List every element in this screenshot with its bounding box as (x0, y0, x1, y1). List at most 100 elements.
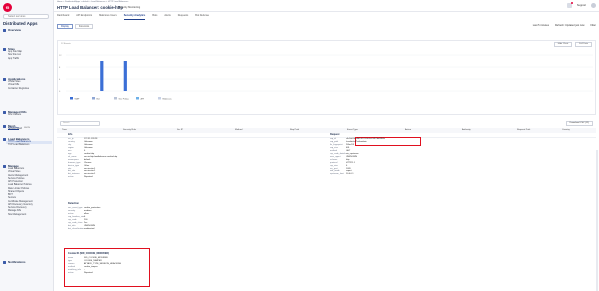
detection-section-title: Detection (68, 202, 79, 205)
detection-details: sec_event_typecookie_protection severity m… (68, 207, 100, 231)
time-controls: Last 5 minutes Refresh: Updated just now… (533, 24, 596, 27)
detail-value: cookie_protection (84, 207, 101, 209)
chart-bar[interactable] (123, 61, 127, 91)
detail-row: action Reported (68, 272, 121, 275)
log-toolbar: Search Download CSV (12) (57, 120, 596, 127)
legend-label[interactable]: Svc Policy (119, 98, 130, 100)
legend-swatch (114, 97, 117, 100)
display-toggle[interactable]: Display (57, 24, 73, 29)
sidebar-item-app-traffic[interactable]: App Traffic (8, 58, 22, 61)
notifications-icon (3, 260, 6, 264)
legend-swatch (158, 97, 161, 100)
topbar-actions: Support (566, 2, 596, 8)
cookie-section-title: Cookie ID (SID_COOKIE_MODIFIED) (68, 252, 110, 255)
sidebar-group-header[interactable]: Overview (3, 28, 21, 32)
detail-key: action (68, 176, 74, 179)
detail-value: Reported (84, 176, 93, 179)
detail-value: /cookie/set?sid=admin (346, 140, 367, 143)
detail-value: default (84, 158, 91, 161)
detail-value: SID_COOKIE_MODIFIED (84, 257, 109, 259)
sidebar-group-manage: Manage Load Balancers Virtual Sites Alerts … (3, 164, 33, 217)
detail-value: medium (84, 209, 92, 212)
detail-value: GET (346, 149, 351, 152)
sidebar-group-header[interactable]: Notifications (3, 260, 26, 264)
tab-bot-defense[interactable]: Bot Defense (195, 14, 209, 20)
sidebar-item-site-management[interactable]: Site Management (8, 214, 33, 217)
detail-value: COOKIE_TAMPER (84, 259, 102, 262)
detail-value: 172.31.128.28 (84, 138, 98, 140)
sidebar-item-k8s-clusters[interactable]: K8s Clusters (8, 114, 27, 117)
log-search-input[interactable]: Search (60, 121, 100, 126)
legend-label[interactable]: API (141, 97, 145, 100)
info-section-title: Info (68, 133, 73, 136)
detail-value: c6c1b816-e8d3-4101-8a1e-f3467baf48f4a (346, 138, 385, 140)
breadcrumb[interactable]: Home > Distributed Apps > default > Load… (57, 1, 128, 3)
tab-alerts[interactable]: Alerts (164, 14, 170, 20)
sidebar: f5 Select services Distributed Apps Over… (0, 0, 54, 291)
hide-chart-button[interactable]: Hide Chart (553, 42, 573, 47)
table-row[interactable] (57, 133, 596, 138)
detail-value: http (346, 158, 350, 161)
time-range-selector[interactable]: Last 5 minutes (533, 24, 549, 27)
legend-swatch (70, 97, 73, 100)
legend-label[interactable]: Bot (97, 97, 101, 100)
detail-value: Reported (84, 271, 93, 274)
detail-subtabs: Information JSON (8, 127, 30, 130)
detail-value: 0 (84, 215, 86, 218)
y-tick-label: 0 (59, 91, 61, 93)
f5-logo[interactable]: f5 (3, 3, 12, 12)
chart-bar[interactable] (100, 61, 104, 91)
support-menu[interactable]: Support (577, 4, 586, 7)
manage-icon (3, 164, 6, 168)
detail-value: Chrome (84, 161, 92, 164)
chart-toggle: Hide Chart Full Data (553, 42, 592, 47)
request-section-title: Request (330, 133, 340, 136)
detail-key: action (68, 271, 74, 274)
detail-value: Unknown (84, 143, 93, 146)
tab-api-endpoints[interactable]: API Endpoints (76, 14, 92, 20)
view-toggle: Display Forensics (57, 24, 94, 29)
topbar: Home > Distributed Apps > default > Load… (54, 0, 599, 12)
legend-swatch (92, 97, 95, 100)
forensics-toggle[interactable]: Forensics (74, 24, 94, 29)
load-balancer-icon (3, 137, 6, 141)
detail-value: 2xx (84, 221, 88, 224)
detail-value: allow (84, 212, 89, 215)
sites-icon (3, 47, 6, 51)
detail-value: via_upstream (346, 152, 359, 155)
notification-bell-icon[interactable] (566, 2, 573, 8)
user-avatar[interactable] (591, 3, 596, 8)
tab-bots[interactable]: Bots (152, 14, 157, 20)
k8s-icon (3, 110, 6, 114)
detail-value: ves-io-http-loadbalancer-cookie-http (84, 155, 118, 158)
events-bar-chart: 12 8 4 0 WAF Bot Svc Policy API Malicious (59, 54, 593, 100)
details-scrollbar[interactable] (596, 150, 598, 291)
detail-row: upstream_host 10.0.0.1 (330, 173, 385, 176)
service-search-input[interactable]: Select services (3, 14, 49, 19)
tab-dashboard[interactable]: Dashboard (57, 14, 69, 20)
legend-label[interactable]: Malicious (163, 98, 173, 100)
sidebar-item-tcp-load-balancers[interactable]: TCP Load Balancers (8, 144, 52, 147)
tab-requests[interactable]: Requests (178, 14, 189, 20)
tab-json[interactable]: JSON (24, 127, 30, 130)
full-data-button[interactable]: Full Data (575, 42, 592, 47)
detail-row: action Reported (68, 176, 117, 179)
tab-information[interactable]: Information (8, 127, 19, 130)
legend-label[interactable]: WAF (75, 97, 80, 100)
detail-value: 10.0.0.1 (346, 173, 354, 176)
events-chart-panel: 12 Events Hide Chart Full Data 12 8 4 0 WAF B… (57, 40, 596, 115)
tab-security-analytics[interactable]: Security Analytics (123, 14, 146, 20)
sidebar-group-sites: Sites App Site Map Site Site List App Traff… (3, 47, 22, 61)
tab-malicious-users[interactable]: Malicious Users (99, 14, 117, 20)
legend-swatch (136, 97, 139, 100)
workspace-title: Distributed Apps (3, 21, 38, 26)
refresh-button[interactable]: Refresh: Updated just now (555, 24, 584, 27)
detail-value: 0 (346, 164, 348, 167)
detail-value: UNKNOWN (346, 155, 357, 158)
detail-key: upstream_host (330, 173, 344, 176)
sidebar-group-title: Notifications (8, 260, 26, 264)
download-csv-button[interactable]: Download CSV (12) (565, 121, 593, 126)
notification-dot (570, 2, 573, 5)
filter-button[interactable]: Filter (590, 24, 596, 27)
sidebar-item-container-registries[interactable]: Container Registries (8, 88, 29, 91)
